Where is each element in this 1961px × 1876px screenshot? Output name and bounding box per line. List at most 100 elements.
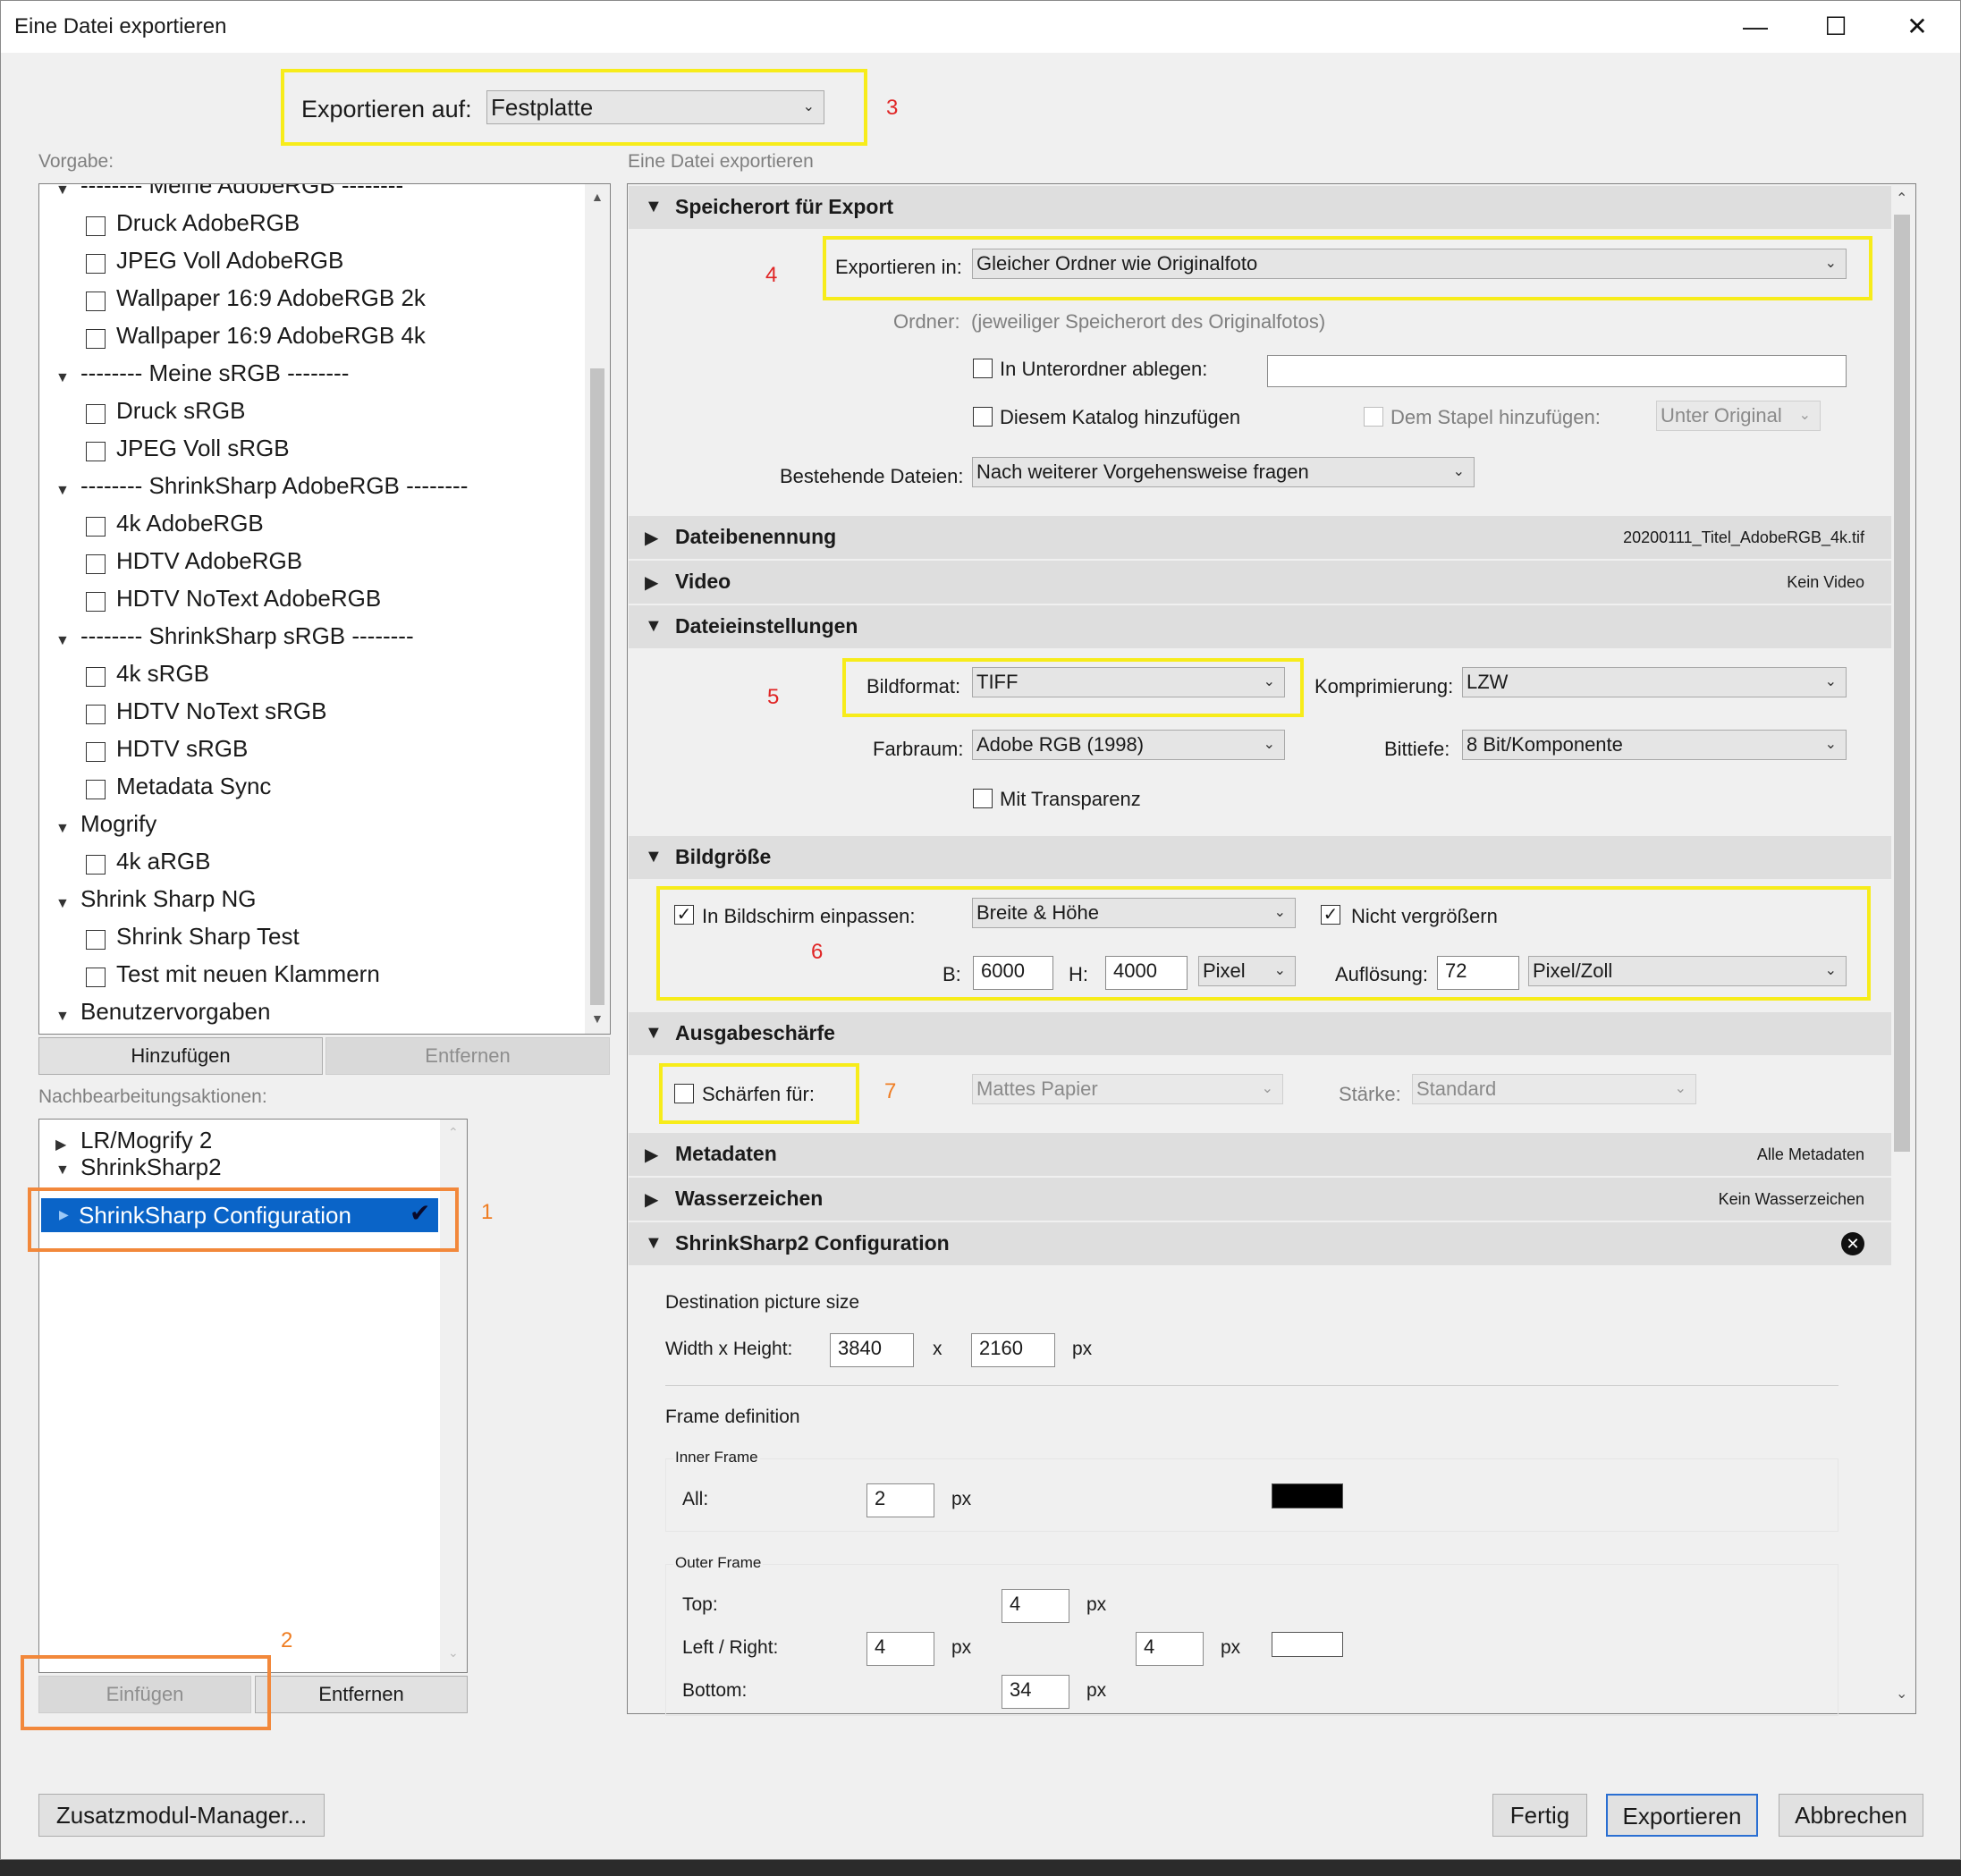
add-to-stack-checkbox[interactable]: [1364, 407, 1383, 427]
preset-item[interactable]: HDTV AdobeRGB: [116, 547, 302, 575]
preset-item[interactable]: JPEG Voll AdobeRGB: [116, 247, 343, 275]
section-image-size-header[interactable]: ▼ Bildgröße: [629, 836, 1891, 879]
inner-frame-color-swatch[interactable]: [1272, 1483, 1343, 1508]
colorspace-select[interactable]: Adobe RGB (1998) ⌄: [972, 730, 1285, 760]
preset-checkbox[interactable]: [86, 329, 106, 349]
scroll-up-icon[interactable]: ⌃: [1896, 190, 1907, 207]
scroll-down-icon[interactable]: ⌄: [448, 1645, 459, 1661]
settings-scrollbar[interactable]: ⌃ ⌄: [1889, 184, 1915, 1713]
collapse-arrow-icon[interactable]: ▼: [55, 184, 70, 199]
collapse-arrow-icon[interactable]: ▼: [55, 821, 70, 837]
subfolder-checkbox[interactable]: [973, 359, 993, 378]
stack-position-select[interactable]: Unter Original ⌄: [1656, 401, 1821, 431]
maximize-icon[interactable]: ☐: [1822, 13, 1849, 40]
preset-item[interactable]: HDTV NoText AdobeRGB: [116, 585, 381, 613]
export-in-select[interactable]: Gleicher Ordner wie Originalfoto ⌄: [972, 249, 1847, 279]
collapse-arrow-icon[interactable]: ▼: [55, 1009, 70, 1025]
sharpen-target-select[interactable]: Mattes Papier ⌄: [972, 1074, 1283, 1104]
subfolder-input[interactable]: [1267, 355, 1847, 387]
preset-folder[interactable]: Benutzervorgaben: [80, 998, 270, 1026]
export-button[interactable]: Exportieren: [1606, 1794, 1758, 1837]
preset-item[interactable]: 4k sRGB: [116, 660, 209, 688]
preset-folder[interactable]: Mogrify: [80, 810, 156, 838]
preset-checkbox[interactable]: [86, 968, 106, 987]
preset-folder[interactable]: -------- Meine AdobeRGB --------: [80, 184, 403, 199]
remove-section-icon[interactable]: ✕: [1841, 1232, 1864, 1255]
preset-item[interactable]: 4k AdobeRGB: [116, 510, 264, 537]
preset-item[interactable]: JPEG Voll sRGB: [116, 435, 290, 462]
minimize-icon[interactable]: —: [1742, 13, 1769, 40]
preset-checkbox[interactable]: [86, 292, 106, 311]
format-select[interactable]: TIFF ⌄: [972, 667, 1285, 697]
remove-preset-button[interactable]: Entfernen: [325, 1037, 610, 1075]
section-video-header[interactable]: ▶ Video Kein Video: [629, 561, 1891, 604]
strength-select[interactable]: Standard ⌄: [1412, 1074, 1696, 1104]
preset-item[interactable]: Shrink Sharp Test: [116, 923, 300, 951]
collapse-arrow-icon[interactable]: ▼: [55, 370, 70, 386]
section-watermark-header[interactable]: ▶ Wasserzeichen Kein Wasserzeichen: [629, 1178, 1891, 1221]
size-unit-select[interactable]: Pixel ⌄: [1198, 956, 1296, 986]
outer-bottom-input[interactable]: 34: [1002, 1675, 1069, 1709]
preset-item[interactable]: Wallpaper 16:9 AdobeRGB 4k: [116, 322, 426, 350]
presets-scrollbar[interactable]: ▲ ▼: [585, 184, 610, 1034]
preset-item[interactable]: Test mit neuen Klammern: [116, 960, 380, 988]
section-metadata-header[interactable]: ▶ Metadaten Alle Metadaten: [629, 1133, 1891, 1176]
resolution-unit-select[interactable]: Pixel/Zoll ⌄: [1528, 956, 1847, 986]
collapse-arrow-icon[interactable]: ▼: [55, 896, 70, 912]
preset-checkbox[interactable]: [86, 254, 106, 274]
preset-item[interactable]: HDTV NoText sRGB: [116, 697, 327, 725]
dest-width-input[interactable]: 3840: [830, 1333, 914, 1367]
collapse-arrow-icon[interactable]: ▼: [55, 1162, 70, 1179]
expand-arrow-icon[interactable]: ▶: [55, 1136, 66, 1153]
preset-checkbox[interactable]: [86, 517, 106, 537]
preset-checkbox[interactable]: [86, 404, 106, 424]
section-shrinksharp-header[interactable]: ▼ ShrinkSharp2 Configuration ✕: [629, 1222, 1891, 1265]
add-preset-button[interactable]: Hinzufügen: [38, 1037, 323, 1075]
sharpen-checkbox[interactable]: [674, 1084, 694, 1103]
preset-item[interactable]: Druck sRGB: [116, 397, 245, 425]
fit-mode-select[interactable]: Breite & Höhe ⌄: [972, 898, 1296, 928]
preset-folder[interactable]: Shrink Sharp NG: [80, 885, 257, 913]
done-button[interactable]: Fertig: [1492, 1794, 1587, 1837]
existing-files-select[interactable]: Nach weiterer Vorgehensweise fragen ⌄: [972, 457, 1475, 487]
scroll-down-icon[interactable]: ⌄: [1896, 1685, 1907, 1703]
close-icon[interactable]: ✕: [1904, 13, 1931, 40]
cancel-button[interactable]: Abbrechen: [1779, 1794, 1923, 1837]
export-to-select[interactable]: Festplatte ⌄: [486, 90, 824, 124]
preset-item[interactable]: Metadata Sync: [116, 773, 271, 800]
section-location-header[interactable]: ▼ Speicherort für Export: [629, 186, 1891, 229]
section-naming-header[interactable]: ▶ Dateibenennung 20200111_Titel_AdobeRGB…: [629, 516, 1891, 559]
preset-item[interactable]: 4k aRGB: [116, 848, 211, 875]
remove-action-button[interactable]: Entfernen: [255, 1676, 468, 1713]
scroll-up-icon[interactable]: ▲: [591, 190, 604, 204]
presets-scroll-thumb[interactable]: [590, 368, 604, 1005]
outer-top-input[interactable]: 4: [1002, 1589, 1069, 1623]
collapse-arrow-icon[interactable]: ▼: [55, 483, 70, 499]
section-file-settings-header[interactable]: ▼ Dateieinstellungen: [629, 605, 1891, 648]
preset-checkbox[interactable]: [86, 216, 106, 236]
outer-right-input[interactable]: 4: [1136, 1632, 1204, 1666]
no-enlarge-checkbox[interactable]: ✓: [1321, 905, 1340, 925]
bitdepth-select[interactable]: 8 Bit/Komponente ⌄: [1462, 730, 1847, 760]
fit-screen-checkbox[interactable]: ✓: [674, 905, 694, 925]
preset-folder[interactable]: -------- Meine sRGB --------: [80, 359, 349, 387]
outer-left-input[interactable]: 4: [866, 1632, 934, 1666]
preset-checkbox[interactable]: [86, 780, 106, 799]
action-shrinksharp2[interactable]: ShrinkSharp2: [80, 1153, 222, 1181]
height-input[interactable]: 4000: [1105, 956, 1188, 990]
section-sharpening-header[interactable]: ▼ Ausgabeschärfe: [629, 1012, 1891, 1055]
preset-item[interactable]: Wallpaper 16:9 AdobeRGB 2k: [116, 284, 426, 312]
preset-checkbox[interactable]: [86, 855, 106, 875]
preset-folder[interactable]: -------- ShrinkSharp AdobeRGB --------: [80, 472, 468, 500]
add-to-catalog-checkbox[interactable]: [973, 407, 993, 427]
preset-checkbox[interactable]: [86, 705, 106, 724]
preset-checkbox[interactable]: [86, 592, 106, 612]
settings-scroll-thumb[interactable]: [1894, 215, 1910, 1152]
compression-select[interactable]: LZW ⌄: [1462, 667, 1847, 697]
action-lr-mogrify[interactable]: LR/Mogrify 2: [80, 1127, 212, 1154]
preset-checkbox[interactable]: [86, 442, 106, 461]
preset-checkbox[interactable]: [86, 742, 106, 762]
plugin-manager-button[interactable]: Zusatzmodul-Manager...: [38, 1794, 325, 1837]
transparency-checkbox[interactable]: [973, 789, 993, 808]
width-input[interactable]: 6000: [973, 956, 1053, 990]
